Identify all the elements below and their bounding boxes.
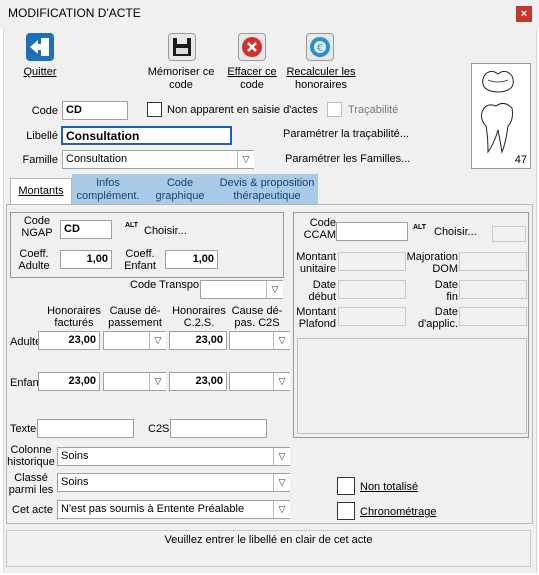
adult-cause-c2s-dropdown-icon[interactable]: ▽	[273, 332, 290, 349]
adult-honoraires-input[interactable]: 23,00	[38, 331, 100, 350]
not-shown-label: Non apparent en saisie d'actes	[167, 104, 318, 116]
quit-button[interactable]: Quitter	[10, 66, 70, 79]
colonne-historique-dropdown-icon[interactable]: ▽	[273, 448, 290, 465]
famille-select[interactable]: Consultation	[62, 150, 254, 169]
ccam-details-box	[297, 338, 527, 434]
tab-devis-proposition[interactable]: Devis & proposition thérapeutique	[216, 174, 318, 204]
tab-montants[interactable]: Montants	[10, 178, 72, 205]
date-fin-label: Date fin	[434, 279, 458, 303]
window-title: MODIFICATION D'ACTE	[8, 6, 141, 20]
delete-icon[interactable]	[238, 33, 266, 61]
col-honoraires-factures: Honoraires facturés	[47, 305, 101, 329]
tooth-number: 47	[514, 154, 527, 166]
ccam-extra-field	[492, 226, 526, 242]
ccam-code-label: Code CCAM	[303, 217, 336, 241]
adult-row-label: Adulte	[10, 336, 42, 348]
chronometrage-checkbox[interactable]	[337, 502, 355, 520]
adult-cause-dropdown-icon[interactable]: ▽	[149, 332, 166, 349]
cet-acte-label: Cet acte	[12, 504, 53, 516]
majoration-dom-label: Majoration DOM	[406, 251, 458, 275]
texte-label: Texte	[10, 423, 37, 435]
date-debut-field	[338, 280, 406, 299]
non-totalise-label: Non totalisé	[360, 481, 419, 493]
status-message: Veuillez entrer le libellé en clair de c…	[6, 530, 531, 567]
code-input[interactable]: CD	[62, 101, 128, 120]
famille-label: Famille	[22, 154, 58, 166]
colonne-historique-label: Colonne historique	[7, 444, 55, 468]
cet-acte-dropdown-icon[interactable]: ▽	[273, 501, 290, 518]
montant-plafond-label: Montant Plafond	[296, 306, 336, 330]
classe-parmi-select[interactable]: Soins	[57, 473, 290, 492]
recalculate-button[interactable]: Recalculer les honoraires	[282, 66, 360, 92]
date-applic-label: Date d'applic.	[417, 306, 458, 330]
close-button[interactable]: ×	[516, 6, 532, 22]
col-cause-dep-c2s: Cause dé-pas. C2S	[231, 305, 283, 329]
date-applic-field	[459, 307, 527, 326]
svg-text:€: €	[317, 43, 323, 54]
code-transpo-label: Code Transpo	[130, 279, 200, 291]
col-honoraires-c2s: Honoraires C.2.S.	[172, 305, 226, 329]
ccam-code-input[interactable]	[336, 222, 408, 241]
col-cause-depassement: Cause dé-passement	[108, 305, 162, 329]
delete-button[interactable]: Effacer ce code	[220, 66, 284, 92]
save-button[interactable]: Mémoriser ce code	[140, 66, 222, 92]
famille-dropdown-icon[interactable]: ▽	[237, 151, 254, 168]
ccam-choose-button[interactable]: Choisir...	[434, 226, 477, 238]
code-transpo-dropdown-icon[interactable]: ▽	[266, 281, 283, 298]
majoration-dom-field	[459, 252, 527, 271]
texte-input[interactable]	[37, 419, 134, 438]
recalculate-icon[interactable]: €	[306, 33, 334, 61]
quit-icon[interactable]	[26, 33, 54, 61]
alt-icon: ALT	[125, 222, 139, 229]
coeff-child-input[interactable]: 1,00	[165, 250, 218, 269]
date-debut-label: Date début	[308, 279, 336, 303]
montant-unitaire-field	[338, 252, 406, 271]
param-traceability-link[interactable]: Paramétrer la traçabilité...	[283, 128, 409, 140]
save-icon[interactable]	[168, 33, 196, 61]
tab-code-graphique[interactable]: Code graphique	[144, 174, 216, 204]
ccam-alt-icon: ALT	[413, 224, 427, 231]
code-label: Code	[31, 105, 58, 117]
montant-plafond-field	[338, 307, 406, 326]
adult-c2s-input[interactable]: 23,00	[169, 331, 227, 350]
classe-parmi-label: Classé parmi les	[8, 472, 54, 496]
montant-unitaire-label: Montant unitaire	[296, 251, 336, 275]
coeff-adult-input[interactable]: 1,00	[60, 250, 112, 269]
not-shown-checkbox[interactable]	[147, 102, 162, 117]
tooth-icon	[481, 70, 514, 154]
tab-infos-complement[interactable]: Infos complément.	[72, 174, 144, 204]
classe-parmi-dropdown-icon[interactable]: ▽	[273, 474, 290, 491]
colonne-historique-select[interactable]: Soins	[57, 447, 290, 466]
coeff-adult-label: Coeff. Adulte	[18, 248, 50, 272]
tooth-panel[interactable]: 47	[471, 63, 531, 169]
non-totalise-checkbox[interactable]	[337, 477, 355, 495]
ngap-code-label: Code NGAP	[21, 215, 53, 239]
libelle-label: Libellé	[26, 130, 58, 142]
child-c2s-input[interactable]: 23,00	[169, 372, 227, 391]
param-families-link[interactable]: Paramétrer les Familles...	[285, 153, 410, 165]
traceability-label: Traçabilité	[348, 104, 399, 116]
chronometrage-label: Chronométrage	[360, 506, 437, 518]
cet-acte-select[interactable]: N'est pas soumis à Entente Préalable	[57, 500, 290, 519]
child-cause-dropdown-icon[interactable]: ▽	[149, 373, 166, 390]
c2s-label: C2S	[148, 423, 170, 435]
traceability-checkbox[interactable]	[327, 102, 342, 117]
date-fin-field	[459, 280, 527, 299]
ngap-choose-button[interactable]: Choisir...	[144, 225, 187, 237]
ngap-code-input[interactable]: CD	[60, 220, 112, 239]
c2s-input[interactable]	[170, 419, 267, 438]
libelle-input[interactable]: Consultation	[61, 126, 232, 145]
child-honoraires-input[interactable]: 23,00	[38, 372, 100, 391]
coeff-child-label: Coeff. Enfant	[124, 248, 156, 272]
child-cause-c2s-dropdown-icon[interactable]: ▽	[273, 373, 290, 390]
